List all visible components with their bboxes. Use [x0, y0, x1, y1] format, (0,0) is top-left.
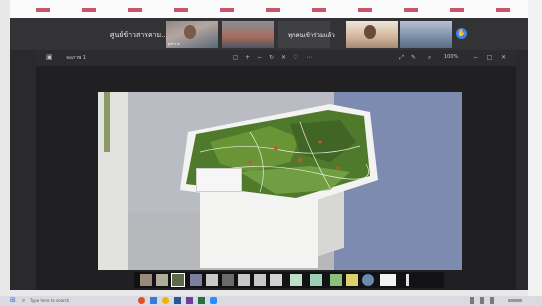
- clock[interactable]: [508, 299, 522, 302]
- participant-tile[interactable]: [400, 21, 452, 48]
- zoom-level: 100%: [444, 54, 459, 60]
- start-icon[interactable]: ⊞: [10, 297, 17, 304]
- decor-mark: [450, 8, 464, 12]
- wall-panel: [98, 92, 128, 270]
- decor-mark: [128, 8, 142, 12]
- decor-mark: [82, 8, 96, 12]
- decor-mark: [496, 8, 510, 12]
- app-icon: ▣: [46, 53, 53, 61]
- thumbnail[interactable]: [222, 274, 234, 286]
- app-icon[interactable]: [198, 297, 205, 304]
- delete-icon[interactable]: ✕: [280, 54, 287, 61]
- thumbnail-selected[interactable]: [171, 273, 185, 287]
- decor-mark: [174, 8, 188, 12]
- meeting-title: ศูนย์ข้าวสารคาม...: [110, 31, 168, 39]
- shared-screen-window: ▣ จอภาพ 1 ▢ + − ↻ ✕ ♡ ⋯ ⤢ ✎ ⌕ 100% − □ ✕: [36, 50, 516, 290]
- app-icon[interactable]: [186, 297, 193, 304]
- thumbnail[interactable]: [206, 274, 218, 286]
- decor-mark: [220, 8, 234, 12]
- decor-mark: [312, 8, 326, 12]
- taskbar: ⊞ ⌕ Type here to search: [0, 296, 542, 306]
- meeting-window: ศูนย์ข้าวสารคาม... ผู้เข้าร่วม ทุกคนเข้า…: [10, 18, 528, 290]
- thumbnail[interactable]: [310, 274, 322, 286]
- more-icon[interactable]: ⋯: [306, 54, 313, 61]
- monitor-right-bezel: [528, 0, 542, 306]
- participant-tile[interactable]: [222, 21, 274, 48]
- minimize-icon[interactable]: −: [472, 54, 479, 61]
- thumbnail[interactable]: [346, 274, 358, 286]
- app-icon[interactable]: [150, 297, 157, 304]
- tray-icon[interactable]: [480, 297, 484, 304]
- participant-tile[interactable]: ผู้เข้าร่วม: [166, 21, 218, 48]
- zoom-in-icon[interactable]: +: [244, 54, 251, 61]
- scroll-indicator[interactable]: [406, 274, 409, 286]
- filmstrip: [134, 272, 444, 288]
- participant-tile[interactable]: [346, 21, 398, 48]
- expand-icon[interactable]: ⤢: [398, 54, 405, 61]
- app-icon[interactable]: [174, 297, 181, 304]
- label-card: [196, 168, 242, 192]
- decor-mark: [404, 8, 418, 12]
- decor-mark: [266, 8, 280, 12]
- app-icon[interactable]: [138, 297, 145, 304]
- shared-window-title: จอภาพ 1: [66, 55, 87, 61]
- monitor-left-bezel: [0, 0, 10, 306]
- chrome-icon[interactable]: [162, 297, 169, 304]
- decor-mark: [358, 8, 372, 12]
- maximize-icon[interactable]: □: [486, 54, 493, 61]
- favorite-icon[interactable]: ♡: [292, 54, 299, 61]
- tray-icon[interactable]: [470, 297, 474, 304]
- edit-icon[interactable]: ✎: [410, 54, 417, 61]
- thumbnail[interactable]: [238, 274, 250, 286]
- zoom-out-icon[interactable]: −: [256, 54, 263, 61]
- thumbnail[interactable]: [254, 274, 266, 286]
- fit-icon[interactable]: ▢: [232, 54, 239, 61]
- thumbnail[interactable]: [330, 274, 342, 286]
- photo-viewer: [98, 92, 462, 270]
- zoom-app-icon[interactable]: [210, 297, 217, 304]
- thumbnail[interactable]: [380, 274, 396, 286]
- raise-hand-icon[interactable]: ✋: [456, 28, 467, 39]
- search-box[interactable]: Type here to search: [30, 298, 69, 303]
- thumbnail[interactable]: [140, 274, 152, 286]
- thumbnail[interactable]: [362, 274, 374, 286]
- thumbnail[interactable]: [190, 274, 202, 286]
- rotate-icon[interactable]: ↻: [268, 54, 275, 61]
- search-icon[interactable]: ⌕: [426, 54, 433, 61]
- thumbnail[interactable]: [270, 274, 282, 286]
- shared-screen-toolbar: ▣ จอภาพ 1 ▢ + − ↻ ✕ ♡ ⋯ ⤢ ✎ ⌕ 100% − □ ✕: [36, 50, 516, 66]
- banner-text: ทุกคนเข้าร่วมแล้ว: [288, 32, 335, 39]
- thumbnail[interactable]: [290, 274, 302, 286]
- search-icon[interactable]: ⌕: [22, 297, 29, 304]
- close-icon[interactable]: ✕: [500, 54, 507, 61]
- participants-bar: ศูนย์ข้าวสารคาม... ผู้เข้าร่วม ทุกคนเข้า…: [10, 18, 528, 50]
- thumbnail[interactable]: [156, 274, 168, 286]
- decor-mark: [36, 8, 50, 12]
- plant: [104, 92, 110, 152]
- tray-icon[interactable]: [490, 297, 494, 304]
